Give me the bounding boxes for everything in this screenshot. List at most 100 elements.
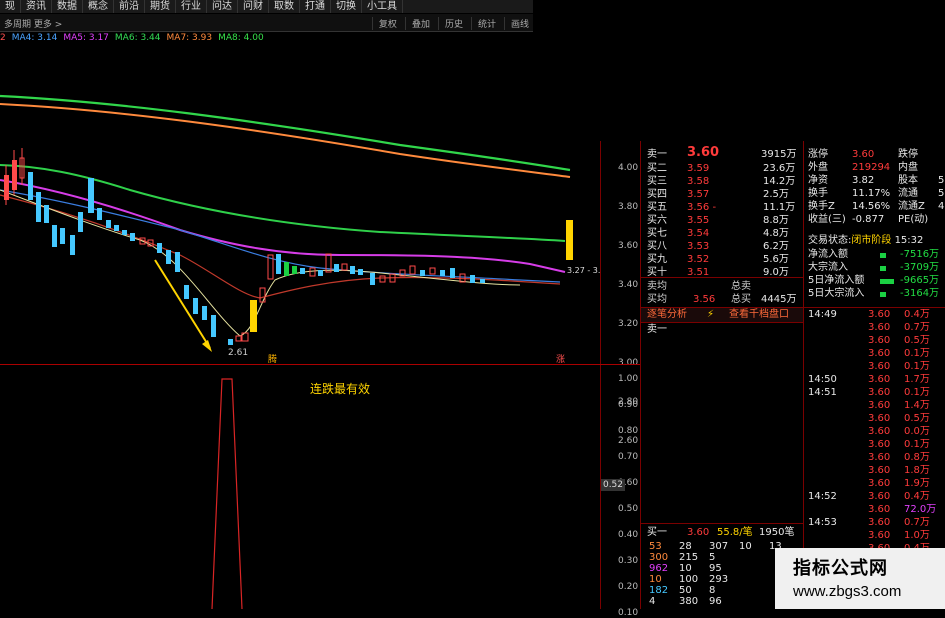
buy-level-volume: 23.6万 — [763, 163, 796, 174]
sell1-volume: 3915万 — [761, 149, 797, 160]
axis-divider — [600, 141, 601, 609]
buy-level-volume: 5.6万 — [763, 254, 789, 265]
stat-label-2: 流通 — [898, 188, 918, 199]
toolbar-item-3[interactable]: 统计 — [470, 17, 496, 30]
buy-avg-label: 买均 — [647, 294, 667, 305]
sell1-label: 卖一 — [647, 149, 667, 160]
menu-item-7[interactable]: 问达 — [207, 0, 238, 13]
toolbar-item-4[interactable]: 画线 — [503, 17, 529, 30]
indicator-tick-0: 1.00 — [618, 374, 639, 384]
menu-item-5[interactable]: 期货 — [145, 0, 176, 13]
flow-value: -3709万 — [900, 262, 940, 273]
period-selector[interactable]: 多周期 更多 > — [4, 17, 62, 30]
watermark-banner: 指标公式网 www.zbgs3.com — [775, 548, 945, 609]
down-arrow-line — [154, 259, 211, 349]
watermark-url: www.zbgs3.com — [793, 583, 902, 600]
menu-item-3[interactable]: 概念 — [83, 0, 114, 13]
flow-value: -7516万 — [900, 249, 940, 260]
stat-label-2: PE(动) — [898, 214, 929, 225]
tick-volume: 0.4万 — [904, 491, 930, 502]
tick-volume: 0.0万 — [904, 426, 930, 437]
bolt-icon: ⚡ — [707, 309, 715, 320]
stat-value-2: 5 — [938, 175, 945, 186]
tick-price: 3.60 — [868, 335, 891, 346]
stat-value-2: 5 — [938, 188, 945, 199]
tick-price: 3.60 — [868, 426, 891, 437]
tick-time: 14:53 — [808, 517, 837, 528]
price-tick-7: 2.60 — [618, 436, 639, 446]
buy-level-label: 买七 — [647, 228, 667, 239]
tick-volume: 72.0万 — [904, 504, 937, 515]
indicator-chart[interactable] — [0, 366, 600, 609]
stat-label: 净资 — [808, 175, 828, 186]
indicator-line — [211, 378, 243, 609]
menu-item-12[interactable]: 小工具 — [362, 0, 403, 13]
stat-value: 11.17% — [852, 188, 891, 199]
buy-level-price: 3.56 - — [687, 202, 717, 213]
toolbar-item-0[interactable]: 复权 — [371, 17, 397, 30]
tick-price: 3.60 — [868, 413, 891, 424]
buy-level-price: 3.54 — [687, 228, 710, 239]
order-book: 卖一 3.60 3915万 买二 3.59 23.6万 买三 3.58 14.2万 买四 3.… — [641, 141, 803, 609]
flow-value: -3164万 — [900, 288, 940, 299]
stat-label: 涨停 — [808, 149, 828, 160]
stat-value: -0.877 — [852, 214, 885, 225]
tick-price: 3.60 — [868, 504, 891, 515]
tick-volume: 0.7万 — [904, 322, 930, 333]
right-price-label: 3.27 - 3. — [567, 266, 600, 275]
indicator-tick-8: 0.20 — [618, 582, 639, 592]
tick-volume: 1.9万 — [904, 478, 930, 489]
status-value: 闭市阶段 — [851, 235, 892, 246]
total-sell-label: 总卖 — [731, 281, 751, 292]
flow-label: 大宗流入 — [808, 262, 848, 273]
menu-item-0[interactable]: 现 — [0, 0, 21, 13]
tick-volume: 0.4万 — [904, 309, 930, 320]
stat-label-2: 股本 — [898, 175, 918, 186]
queue-cell: 4 — [649, 596, 656, 607]
tick-price: 3.60 — [868, 478, 891, 489]
down-arrow-head — [202, 340, 212, 352]
chart-toolbar: 多周期 更多 > 复权 叠加 历史 统计 画线 — [0, 14, 533, 32]
sell1-price: 3.60 — [687, 145, 720, 160]
menu-item-9[interactable]: 取数 — [269, 0, 300, 13]
tick-price: 3.60 — [868, 465, 891, 476]
menu-item-2[interactable]: 数据 — [52, 0, 83, 13]
queue-cell: 10 — [739, 541, 752, 552]
menu-item-11[interactable]: 切换 — [331, 0, 362, 13]
menu-item-6[interactable]: 行业 — [176, 0, 207, 13]
price-tick-3: 3.40 — [618, 280, 639, 290]
buy-level-volume: 14.2万 — [763, 176, 796, 187]
toolbar-item-2[interactable]: 历史 — [437, 17, 463, 30]
buy-level-label: 买四 — [647, 189, 667, 200]
menu-item-10[interactable]: 打通 — [300, 0, 331, 13]
stat-label: 收益(三) — [808, 214, 846, 225]
tick-volume: 0.7万 — [904, 517, 930, 528]
tick-price: 3.60 — [868, 517, 891, 528]
buy-level-price: 3.55 — [687, 215, 710, 226]
redaction-block — [312, 288, 634, 322]
menu-item-1[interactable]: 资讯 — [21, 0, 52, 13]
indicator-tick-5: 0.50 — [618, 504, 639, 514]
buy-level-volume: 2.5万 — [763, 189, 789, 200]
sell-avg-label: 卖均 — [647, 281, 667, 292]
ma6-line — [0, 164, 566, 242]
ma8-line — [0, 94, 571, 172]
flow-label: 净流入额 — [808, 249, 848, 260]
menu-item-4[interactable]: 前沿 — [114, 0, 145, 13]
top-menu-bar: 现资讯 数据 概念 前沿 期货 行业 问达 问财 取数 打通 切换 小工具 — [0, 0, 533, 13]
tab-depth-view[interactable]: 查看千档盘口 — [729, 309, 789, 321]
buy-level-label: 买二 — [647, 163, 667, 174]
indicator-tick-9: 0.10 — [618, 608, 639, 618]
buy-level-label: 买六 — [647, 215, 667, 226]
toolbar-item-1[interactable]: 叠加 — [404, 17, 430, 30]
total-buy-label: 总买 — [731, 294, 751, 305]
tick-volume: 1.8万 — [904, 465, 930, 476]
flow-label: 5日净流入额 — [808, 275, 865, 286]
menu-item-8[interactable]: 问财 — [238, 0, 269, 13]
buy1-per-trade: 55.8/笔 — [717, 527, 753, 538]
flow-bar — [880, 279, 894, 284]
tab-tick-analysis[interactable]: 逐笔分析 — [647, 309, 687, 321]
tick-price: 3.60 — [868, 309, 891, 320]
stat-label-2: 跌停 — [898, 149, 918, 160]
stat-label: 外盘 — [808, 162, 828, 173]
